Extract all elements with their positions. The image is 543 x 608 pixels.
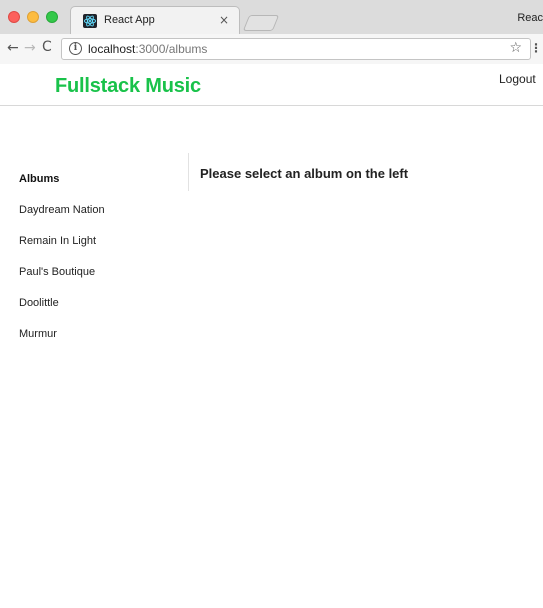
url-path: :3000/albums: [135, 42, 208, 56]
sidebar-divider: [188, 153, 189, 191]
app-header: Fullstack Music Logout: [0, 64, 543, 106]
sidebar-item-pauls-boutique[interactable]: Paul's Boutique: [19, 266, 95, 278]
zoom-window-button[interactable]: [46, 11, 58, 23]
tab-strip: React App × Reac: [0, 0, 543, 34]
app-brand[interactable]: Fullstack Music: [55, 75, 201, 98]
tab-title: React App: [104, 14, 155, 26]
back-arrow-icon[interactable]: ←: [7, 40, 19, 56]
info-icon[interactable]: i: [69, 42, 82, 55]
url-host: localhost: [88, 42, 136, 56]
sidebar-item-doolittle[interactable]: Doolittle: [19, 297, 59, 309]
bookmark-star-icon[interactable]: ☆: [509, 40, 522, 56]
tab-close-icon[interactable]: ×: [219, 13, 229, 27]
sidebar-item-remain-in-light[interactable]: Remain In Light: [19, 235, 96, 247]
sidebar-heading: Albums: [19, 173, 60, 185]
browser-chrome: React App × Reac ← → C i localhost:3000/…: [0, 0, 543, 64]
sidebar-item-murmur[interactable]: Murmur: [19, 328, 57, 340]
album-placeholder-message: Please select an album on the left: [200, 166, 409, 181]
close-window-button[interactable]: [8, 11, 20, 23]
profile-label: Reac: [517, 12, 543, 24]
browser-toolbar: ← → C i localhost:3000/albums ☆ ⋮: [0, 34, 543, 64]
new-tab-button[interactable]: [242, 15, 280, 31]
tab-react-app[interactable]: React App ×: [70, 6, 240, 34]
sidebar-item-daydream-nation[interactable]: Daydream Nation: [19, 204, 105, 216]
reload-icon[interactable]: C: [42, 39, 52, 55]
react-favicon-icon: [83, 14, 97, 28]
browser-menu-icon[interactable]: ⋮: [530, 41, 542, 55]
logout-button[interactable]: Logout: [499, 72, 536, 86]
url-text[interactable]: localhost:3000/albums: [88, 42, 207, 56]
forward-arrow-icon[interactable]: →: [24, 40, 36, 56]
minimize-window-button[interactable]: [27, 11, 39, 23]
address-bar[interactable]: i localhost:3000/albums ☆: [61, 38, 531, 60]
